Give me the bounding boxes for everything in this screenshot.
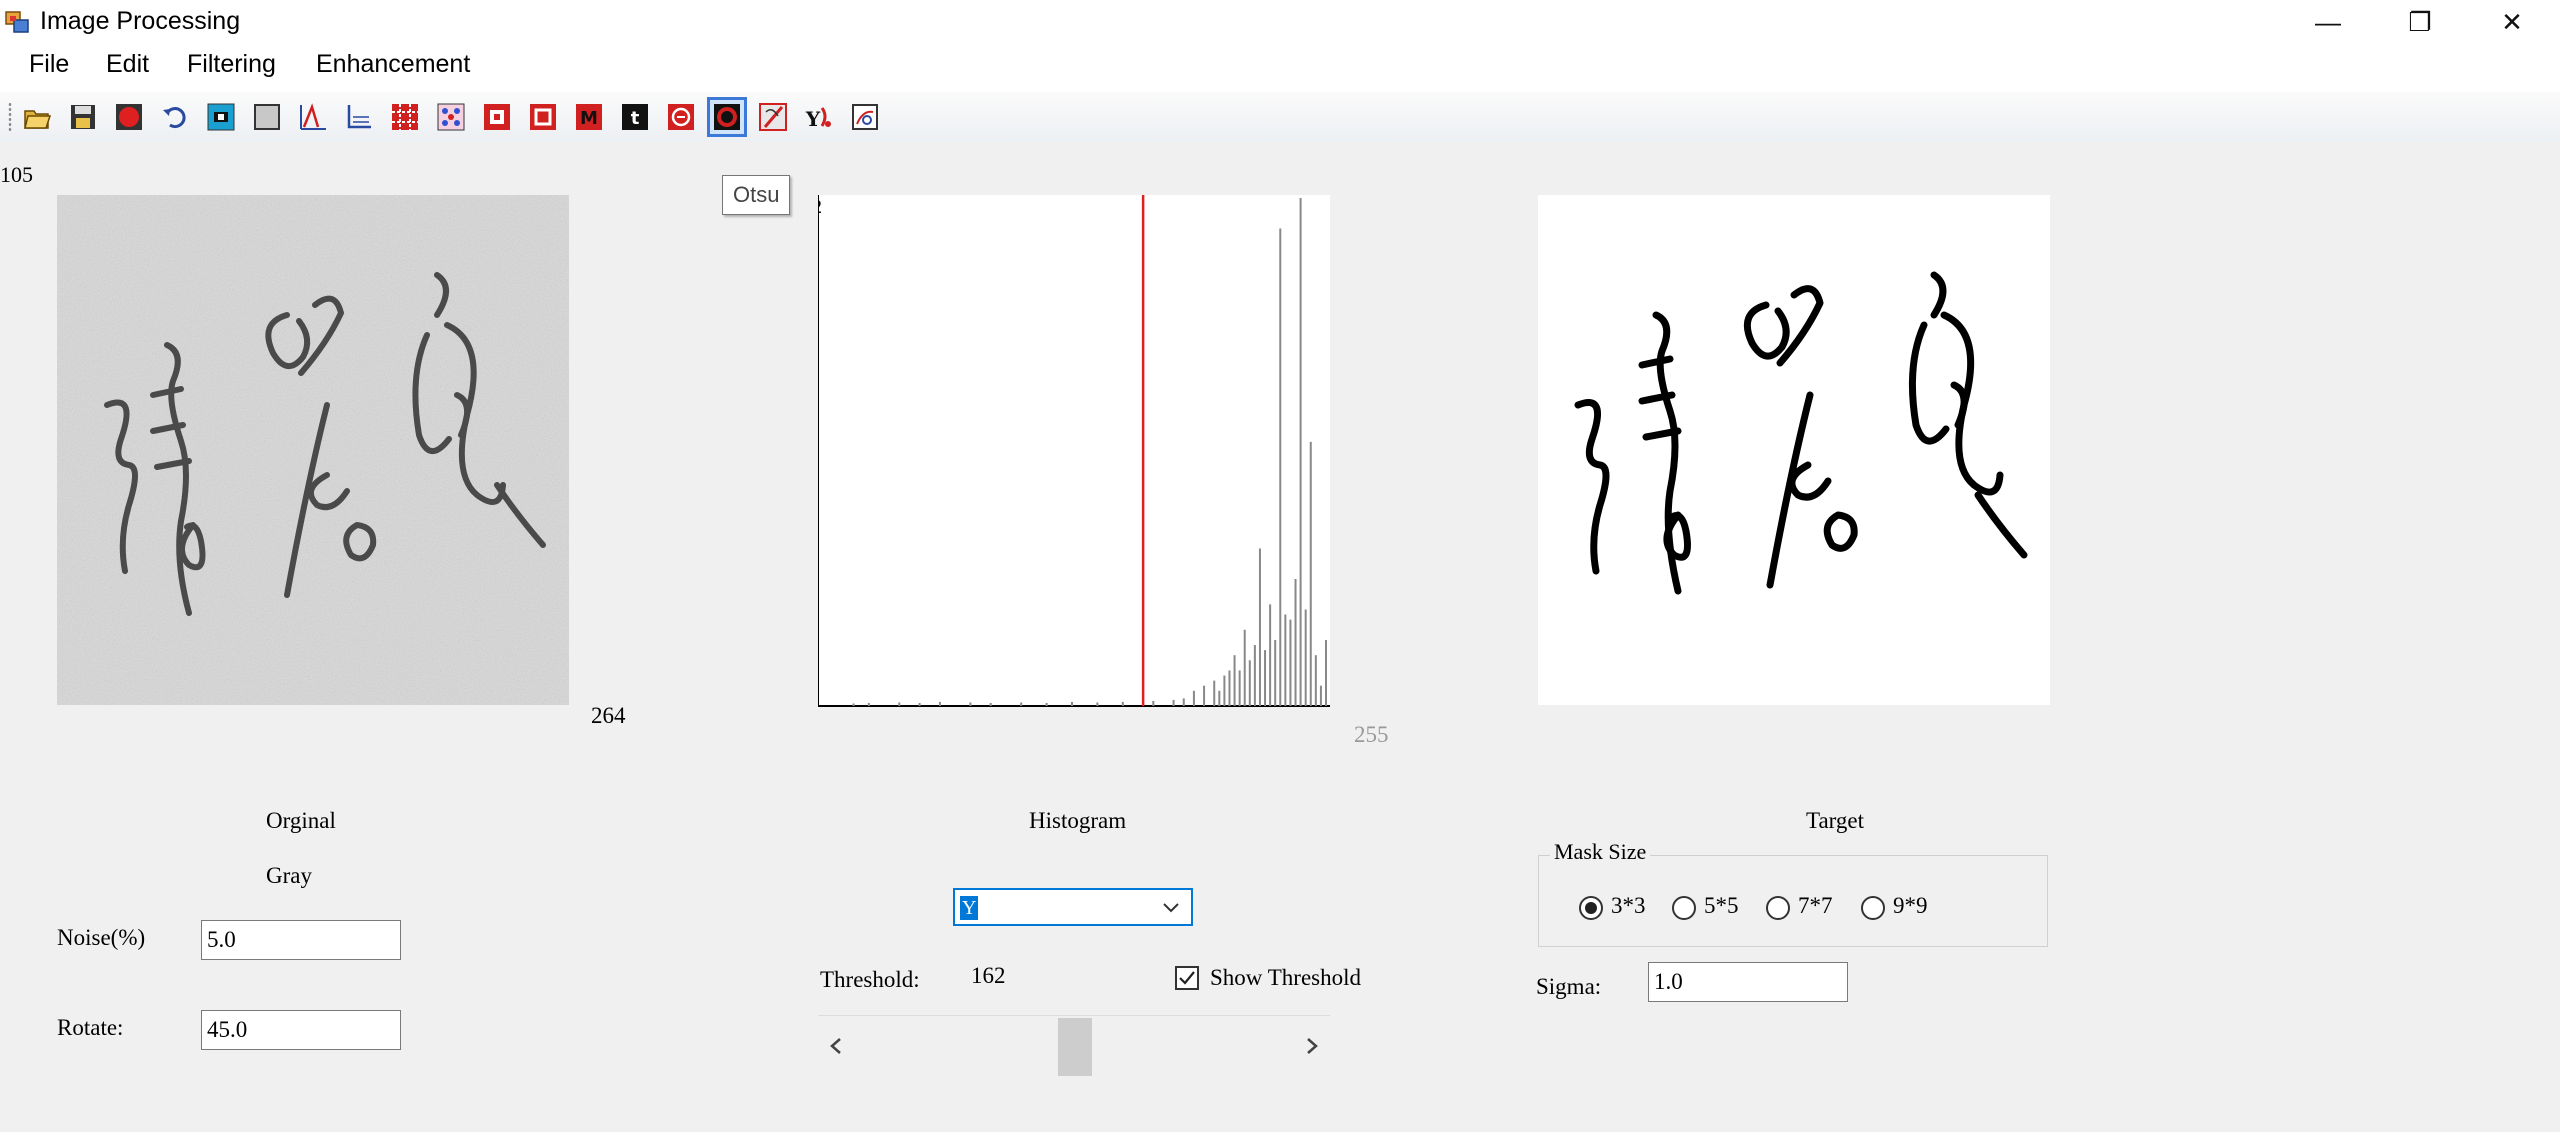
histogram-title: Histogram	[1029, 808, 1127, 833]
sigma-label: Sigma:	[1536, 974, 1602, 999]
original-calligraphy	[57, 195, 569, 705]
pen-icon[interactable]	[756, 100, 790, 134]
filter-a-icon[interactable]	[388, 100, 422, 134]
mask-radio-9x9[interactable]	[1861, 896, 1885, 920]
window-title: Image Processing	[40, 7, 241, 35]
channel-select-value: Y	[960, 896, 979, 920]
mask-label-3x3[interactable]: 3*3	[1611, 893, 1646, 919]
filter-e-icon[interactable]	[664, 100, 698, 134]
menu-filtering[interactable]: Filtering	[187, 50, 276, 79]
noise-input[interactable]	[201, 920, 401, 960]
mask-radio-5x5[interactable]	[1672, 896, 1696, 920]
record-icon[interactable]	[112, 100, 146, 134]
original-image	[57, 195, 569, 705]
original-width-readout: 264	[591, 703, 626, 728]
restore-button[interactable]: ❐	[2374, 0, 2466, 44]
original-title: Orginal	[266, 808, 336, 833]
histogram-bars	[852, 198, 1327, 706]
minimize-button[interactable]: —	[2282, 0, 2374, 44]
menu-enhancement[interactable]: Enhancement	[316, 50, 470, 79]
menu-edit[interactable]: Edit	[106, 50, 149, 79]
show-threshold-checkbox[interactable]	[1175, 966, 1199, 990]
mask-label-7x7[interactable]: 7*7	[1798, 893, 1833, 919]
open-icon[interactable]	[20, 100, 54, 134]
channel-select[interactable]: Y	[953, 888, 1193, 926]
title-bar	[0, 0, 2560, 44]
close-icon: ✕	[2501, 6, 2523, 37]
filter-m-icon[interactable]: M	[572, 100, 606, 134]
histogram-icon[interactable]	[296, 100, 330, 134]
axis-icon[interactable]	[342, 100, 376, 134]
original-height-readout: 105	[0, 162, 33, 187]
y-channel-icon[interactable]: Y	[802, 100, 836, 134]
filter-d-icon[interactable]	[526, 100, 560, 134]
toolbar	[0, 92, 2560, 142]
scroll-left-icon[interactable]	[826, 1034, 846, 1058]
target-image	[1538, 195, 2050, 705]
filter-b-icon[interactable]	[434, 100, 468, 134]
tooltip: Otsu	[722, 175, 791, 215]
histogram-y-max-label: 2	[818, 196, 822, 218]
mask-radio-3x3[interactable]	[1579, 896, 1603, 920]
color-chart-icon[interactable]	[848, 100, 882, 134]
histogram-plot: 2	[818, 195, 1330, 707]
save-icon[interactable]	[66, 100, 100, 134]
scroll-right-icon[interactable]	[1302, 1034, 1322, 1058]
otsu-icon[interactable]	[707, 97, 747, 137]
menu-file[interactable]: File	[29, 50, 69, 79]
chevron-down-icon[interactable]	[1159, 896, 1183, 920]
mask-label-9x9[interactable]: 9*9	[1893, 893, 1928, 919]
svg-text:Y: Y	[805, 107, 821, 131]
toolbar-grip[interactable]	[8, 102, 12, 132]
target-title: Target	[1806, 808, 1864, 833]
mask-label-5x5[interactable]: 5*5	[1704, 893, 1739, 919]
target-calligraphy	[1538, 195, 2050, 705]
noise-label: Noise(%)	[57, 925, 146, 950]
threshold-label: Threshold:	[820, 967, 920, 992]
restore-icon: ❐	[2408, 6, 2432, 37]
scrollbar-thumb[interactable]	[1058, 1018, 1092, 1076]
svg-text:M: M	[580, 108, 598, 129]
show-threshold-label[interactable]: Show Threshold	[1210, 965, 1361, 991]
histogram-x-max-label: 255	[1354, 722, 1389, 747]
text-t-icon[interactable]: t	[618, 100, 652, 134]
gray-square-icon[interactable]	[250, 100, 284, 134]
undo-icon[interactable]	[158, 100, 192, 134]
filter-c-icon[interactable]	[480, 100, 514, 134]
original-mode: Gray	[266, 863, 312, 888]
app-icon	[4, 8, 32, 36]
rotate-label: Rotate:	[57, 1015, 124, 1040]
minimize-icon: —	[2315, 6, 2341, 37]
threshold-scrollbar[interactable]	[818, 1012, 1330, 1082]
negative-icon[interactable]	[204, 100, 238, 134]
checkmark-icon	[1179, 971, 1195, 985]
mask-size-label: Mask Size	[1550, 839, 1651, 865]
close-button[interactable]: ✕	[2466, 0, 2558, 44]
threshold-value: 162	[971, 963, 1006, 988]
svg-text:t: t	[631, 108, 640, 129]
histogram-chart: 2	[818, 195, 1330, 707]
scrollbar-track	[818, 1015, 1330, 1016]
rotate-input[interactable]	[201, 1010, 401, 1050]
sigma-input[interactable]	[1648, 962, 1848, 1002]
mask-radio-7x7[interactable]	[1766, 896, 1790, 920]
